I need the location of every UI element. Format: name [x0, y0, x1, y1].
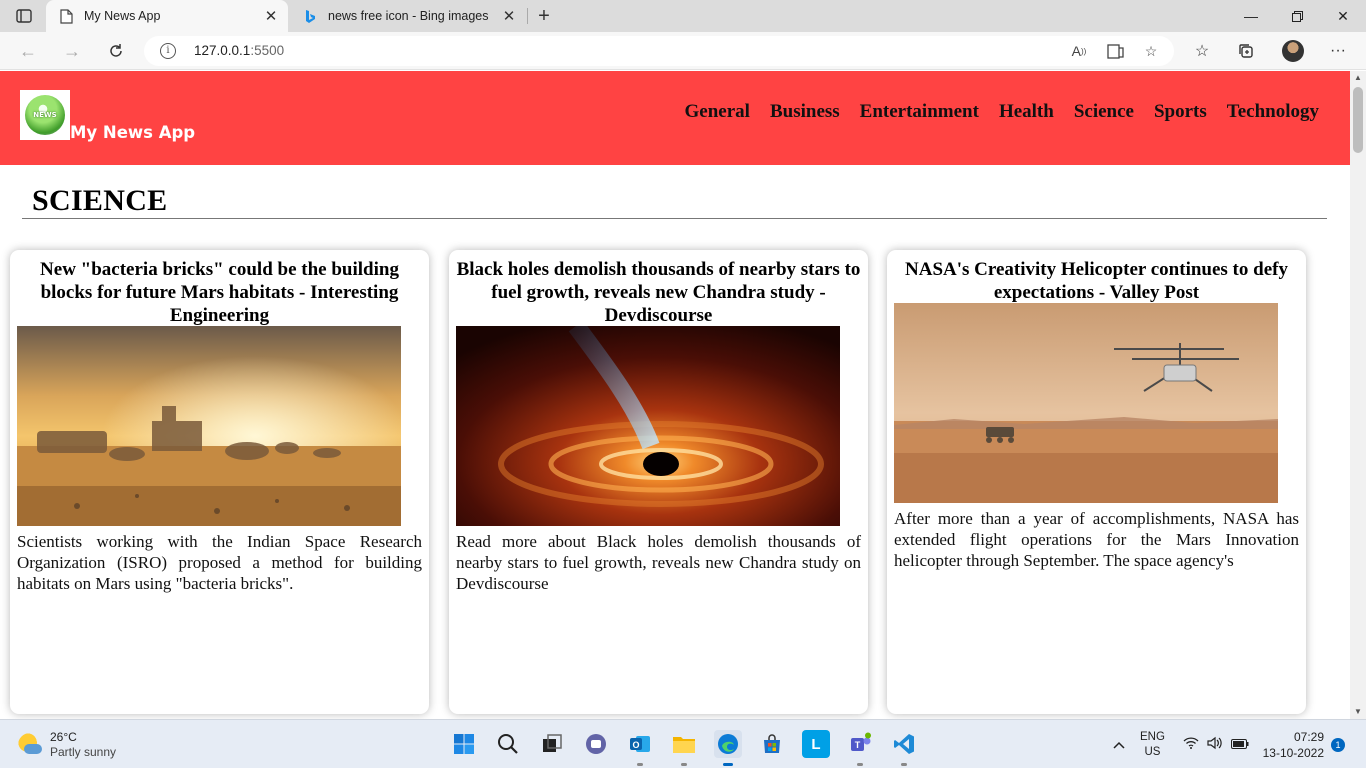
weather-widget[interactable]: 26°C Partly sunny	[18, 730, 116, 760]
bing-icon	[302, 8, 318, 24]
nav-technology[interactable]: Technology	[1227, 101, 1319, 123]
windows-taskbar: 26°C Partly sunny O L T ENG US 07:29 13-…	[0, 719, 1366, 768]
volume-icon[interactable]	[1207, 736, 1223, 753]
brand-name[interactable]: My News App	[70, 123, 195, 142]
refresh-icon[interactable]	[102, 38, 130, 64]
battery-icon[interactable]	[1231, 738, 1249, 752]
scrollbar-thumb[interactable]	[1353, 87, 1363, 153]
url-field[interactable]: i 127.0.0.1:5500 A)) ☆	[144, 36, 1174, 66]
nav-sports[interactable]: Sports	[1154, 101, 1207, 123]
restore-icon[interactable]	[1274, 0, 1320, 32]
article-title[interactable]: Black holes demolish thousands of nearby…	[455, 258, 862, 327]
article-card[interactable]: NASA's Creativity Helicopter continues t…	[887, 250, 1306, 714]
weather-temp: 26°C	[50, 730, 77, 744]
clock-date: 13-10-2022	[1262, 746, 1324, 760]
scroll-up-icon[interactable]: ▲	[1354, 73, 1362, 82]
weather-condition: Partly sunny	[50, 745, 117, 759]
scroll-down-icon[interactable]: ▼	[1354, 707, 1362, 716]
forward-arrow-icon[interactable]: →	[58, 38, 86, 64]
info-icon[interactable]: i	[160, 43, 176, 59]
outlook-icon[interactable]: O	[626, 730, 654, 766]
article-title[interactable]: NASA's Creativity Helicopter continues t…	[893, 258, 1300, 304]
mars-habitat-image[interactable]	[17, 326, 401, 526]
teams-icon[interactable]: T	[846, 730, 874, 766]
immersive-reader-icon[interactable]	[1105, 42, 1125, 60]
svg-text:T: T	[855, 740, 861, 750]
article-description: Scientists working with the Indian Space…	[17, 532, 422, 593]
nav-general[interactable]: General	[685, 101, 750, 123]
section-title: SCIENCE	[32, 184, 168, 217]
back-arrow-icon[interactable]: ←	[14, 38, 42, 64]
search-icon[interactable]	[494, 730, 522, 758]
mars-helicopter-image[interactable]	[894, 303, 1278, 503]
nav-science[interactable]: Science	[1074, 101, 1134, 123]
news-logo[interactable]: NEWS	[20, 90, 70, 140]
l-app-icon[interactable]: L	[802, 730, 830, 758]
task-view-icon[interactable]	[538, 730, 566, 758]
url-text: 127.0.0.1:5500	[194, 43, 285, 58]
tab-bing-images[interactable]: news free icon - Bing images ✕	[290, 0, 526, 32]
article-description: After more than a year of accomplishment…	[894, 509, 1299, 570]
page-icon	[58, 8, 74, 24]
site-header: NEWS My News App General Business Entert…	[0, 71, 1350, 165]
black-hole-image[interactable]	[456, 326, 840, 526]
close-window-icon[interactable]: ✕	[1320, 0, 1366, 32]
tab-separator	[527, 8, 528, 24]
nav-business[interactable]: Business	[770, 101, 840, 123]
profile-avatar[interactable]	[1282, 40, 1304, 62]
clock[interactable]: 07:29 13-10-2022	[1262, 729, 1324, 761]
page-viewport: NEWS My News App General Business Entert…	[0, 71, 1350, 719]
clock-time: 07:29	[1293, 730, 1324, 744]
svg-text:O: O	[632, 740, 639, 750]
category-nav: General Business Entertainment Health Sc…	[685, 101, 1319, 123]
windows-start-icon[interactable]	[450, 730, 478, 758]
wifi-icon[interactable]	[1183, 737, 1199, 752]
partly-sunny-icon	[18, 733, 42, 757]
tab-my-news-app[interactable]: My News App ✕	[46, 0, 288, 32]
close-tab-icon[interactable]: ✕	[260, 5, 282, 27]
file-explorer-icon[interactable]	[670, 730, 698, 766]
nav-health[interactable]: Health	[999, 101, 1054, 123]
chat-icon[interactable]	[582, 730, 610, 758]
nav-entertainment[interactable]: Entertainment	[860, 101, 979, 123]
tab-strip: My News App ✕ news free icon - Bing imag…	[0, 0, 1366, 32]
section-divider	[22, 218, 1327, 219]
article-card[interactable]: Black holes demolish thousands of nearby…	[449, 250, 868, 714]
more-menu-icon[interactable]: ···	[1327, 41, 1349, 61]
store-icon[interactable]	[758, 730, 786, 758]
article-card[interactable]: New "bacteria bricks" could be the build…	[10, 250, 429, 714]
minimize-icon[interactable]: —	[1228, 0, 1274, 32]
system-tray[interactable]	[1183, 720, 1249, 769]
tab-title: news free icon - Bing images	[328, 9, 489, 23]
article-title[interactable]: New "bacteria bricks" could be the build…	[16, 258, 423, 327]
article-description: Read more about Black holes demolish tho…	[456, 532, 861, 593]
page-scrollbar[interactable]: ▲ ▼	[1350, 71, 1366, 719]
close-tab-icon[interactable]: ✕	[498, 5, 520, 27]
news-logo-icon: NEWS	[25, 95, 65, 135]
vscode-icon[interactable]	[890, 730, 918, 766]
collections-icon[interactable]	[1235, 41, 1257, 61]
add-favorite-icon[interactable]: ☆	[1141, 42, 1161, 60]
new-tab-icon[interactable]: +	[532, 5, 556, 27]
address-bar: ← → i 127.0.0.1:5500 A)) ☆ ☆ ···	[0, 32, 1366, 70]
tab-title: My News App	[84, 9, 161, 23]
notification-badge[interactable]: 1	[1331, 738, 1345, 752]
read-aloud-icon[interactable]: A))	[1069, 42, 1089, 60]
language-indicator[interactable]: ENG US	[1140, 720, 1165, 769]
tab-actions-icon[interactable]	[8, 5, 40, 27]
favorites-icon[interactable]: ☆	[1191, 41, 1213, 61]
edge-icon[interactable]	[714, 730, 742, 766]
show-hidden-icons[interactable]	[1112, 720, 1126, 769]
